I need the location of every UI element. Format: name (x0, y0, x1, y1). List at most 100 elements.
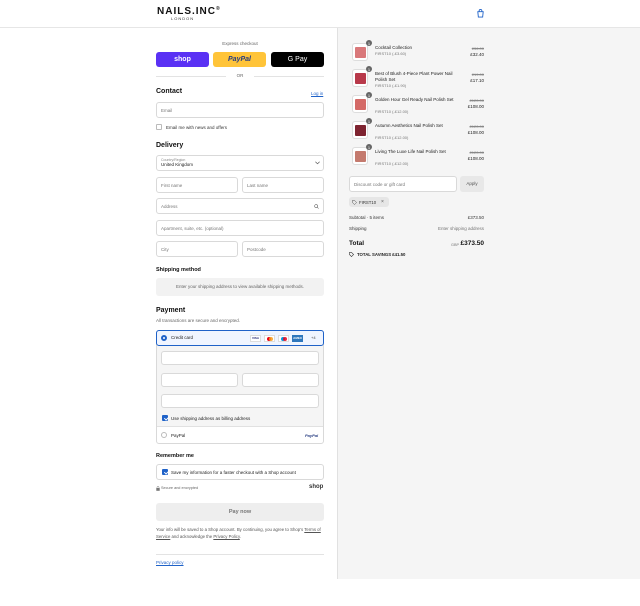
payment-subtitle: All transactions are secure and encrypte… (156, 318, 241, 323)
save-info-label: Save my information for a faster checkou… (171, 470, 296, 475)
tag-icon (349, 252, 354, 257)
delivery-heading: Delivery (156, 142, 184, 149)
subtotal-value: £373.50 (467, 215, 484, 220)
legal-text: Your info will be saved to a Shop accoun… (156, 526, 324, 540)
total-value: £373.50 (460, 240, 485, 247)
total-savings: TOTAL SAVINGS £41.50 (357, 252, 405, 257)
first-name-field[interactable]: First name (156, 177, 238, 193)
subtotal-label: Subtotal · 5 items (349, 215, 385, 220)
shipping-method-heading: Shipping method (156, 267, 201, 273)
product-price: £32.40 (470, 52, 484, 57)
email-field[interactable]: Email (156, 102, 324, 118)
paypal-logo: PayPal (305, 433, 319, 438)
search-icon (314, 204, 319, 209)
paypal-button[interactable]: PayPal (213, 52, 266, 67)
credit-card-option[interactable]: Credit card VISA AMEX +4 (156, 330, 324, 346)
savings-value: £41.50 (392, 252, 406, 257)
product-thumbnail (352, 121, 368, 139)
product-price: £108.00 (467, 104, 484, 109)
privacy-policy-link[interactable]: Privacy policy (156, 560, 184, 565)
divider (156, 554, 324, 555)
product-price: £108.00 (467, 130, 484, 135)
shop-logo: shop (309, 484, 324, 490)
discount-tag-code: FIRST10 (359, 199, 377, 205)
remember-me-box: Save my information for a faster checkou… (156, 464, 324, 480)
product-discount: FIRST10 (-£3.60) (375, 51, 407, 56)
google-pay-button[interactable]: G Pay (271, 52, 324, 67)
amex-icon: AMEX (292, 335, 303, 342)
header: NAILS.INC® LONDON (0, 0, 640, 28)
address-field[interactable]: Address (156, 198, 324, 214)
product-discount: FIRST10 (-£1.90) (375, 83, 407, 88)
shipping-value: Enter shipping address (437, 226, 484, 231)
product-original-price: £36.00 (471, 46, 484, 51)
product-name: Living The Luxe Life Nail Polish Set (375, 149, 446, 154)
express-checkout-title: Express checkout (222, 41, 258, 46)
shipping-method-notice: Enter your shipping address to view avai… (156, 278, 324, 296)
quantity-badge: 1 (366, 144, 372, 150)
payment-heading: Payment (156, 307, 186, 314)
pay-now-button[interactable]: Pay now (156, 503, 324, 521)
postcode-field[interactable]: Postcode (242, 241, 324, 257)
quantity-badge: 1 (366, 40, 372, 46)
lock-icon (156, 486, 160, 491)
card-number-field[interactable] (161, 351, 319, 365)
or-separator: OR (236, 73, 244, 78)
savings-label: TOTAL SAVINGS (357, 252, 392, 257)
remember-me-heading: Remember me (156, 453, 194, 459)
card-cvv-field[interactable] (242, 373, 319, 387)
quantity-badge: 1 (366, 66, 372, 72)
mastercard-icon (264, 335, 275, 342)
visa-icon: VISA (250, 335, 261, 342)
credit-card-radio[interactable] (161, 335, 167, 341)
card-expiry-field[interactable] (161, 373, 238, 387)
remove-discount-icon[interactable]: × (381, 199, 384, 205)
product-name: Autumn Aesthetics Nail Polish Set (375, 123, 443, 128)
quantity-badge: 1 (366, 118, 372, 124)
apply-button[interactable]: Apply (460, 176, 484, 192)
contact-heading: Contact (156, 88, 183, 95)
product-original-price: £120.00 (469, 150, 484, 155)
quantity-badge: 1 (366, 92, 372, 98)
shop-pay-button[interactable]: shop (156, 52, 209, 67)
product-original-price: £120.00 (469, 98, 484, 103)
apartment-field[interactable]: Apartment, suite, etc. (optional) (156, 220, 324, 236)
product-discount: FIRST10 (-£12.00) (375, 109, 409, 114)
legal-period: . (239, 534, 241, 539)
legal-and: and acknowledge the (171, 534, 213, 539)
chevron-down-icon (315, 161, 320, 165)
login-link[interactable]: Log in (311, 91, 323, 96)
country-value: United Kingdom (161, 162, 194, 167)
divider (254, 76, 324, 77)
product-original-price: £19.00 (471, 72, 484, 77)
cart-icon[interactable] (476, 9, 485, 18)
paypal-label: PayPal (171, 433, 186, 438)
privacy-link[interactable]: Privacy Policy (213, 534, 239, 539)
last-name-field[interactable]: Last name (242, 177, 324, 193)
credit-card-label: Credit card (171, 335, 194, 340)
more-cards-badge: +4 (311, 335, 316, 340)
discount-code-field[interactable]: Discount code or gift card (349, 176, 457, 192)
billing-checkbox[interactable] (162, 415, 168, 421)
product-discount: FIRST10 (-£12.00) (375, 135, 409, 140)
shipping-label: Shipping (349, 226, 367, 231)
product-thumbnail (352, 95, 368, 113)
city-field[interactable]: City (156, 241, 238, 257)
billing-label: Use shipping address as billing address (171, 416, 251, 421)
divider (157, 426, 323, 427)
save-info-checkbox[interactable] (162, 469, 168, 475)
tag-icon (352, 199, 357, 205)
legal-body: Your info will be saved to a Shop accoun… (156, 527, 304, 532)
secure-text: Secure and encrypted (161, 486, 199, 490)
country-select[interactable]: Country/Region United Kingdom (156, 155, 324, 171)
news-checkbox[interactable] (156, 124, 162, 130)
card-name-field[interactable] (161, 394, 319, 408)
product-price: £108.00 (467, 156, 484, 161)
paypal-radio[interactable] (161, 432, 167, 438)
product-name: Best of Blush 4-Piece Plant Power Nail P… (375, 71, 453, 82)
product-thumbnail (352, 69, 368, 87)
discount-tag: FIRST10 × (349, 197, 389, 207)
currency-code: GBP (451, 243, 460, 247)
news-label: Email me with news and offers (166, 125, 227, 130)
product-thumbnail (352, 43, 368, 61)
